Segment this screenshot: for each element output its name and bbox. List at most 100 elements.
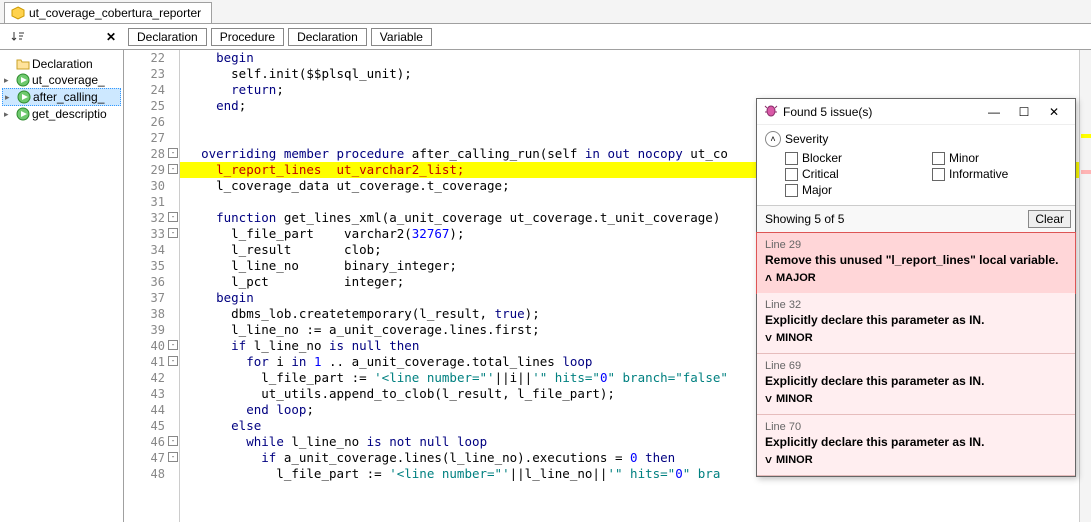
fold-toggle[interactable]: - — [168, 228, 178, 238]
chevron-right-icon: ▸ — [5, 92, 15, 103]
line-number: 23 — [124, 66, 179, 82]
issue-severity-label: MAJOR — [776, 272, 816, 284]
tree-root[interactable]: Declaration — [2, 56, 121, 72]
chevron-down-icon: ˅ — [765, 453, 772, 467]
severity-filters: Blocker Minor Critical Informative Major — [757, 149, 1075, 205]
issue-message: Explicitly declare this parameter as IN. — [765, 435, 1067, 449]
popup-titlebar: Found 5 issue(s) — ☐ ✕ — [757, 99, 1075, 125]
method-icon — [17, 90, 31, 104]
issue-item[interactable]: Line 69 Explicitly declare this paramete… — [757, 354, 1075, 415]
issue-line: Line 29 — [765, 239, 1067, 251]
sort-icon[interactable] — [10, 29, 26, 45]
line-number: 40- — [124, 338, 179, 354]
editor-tab[interactable]: ut_coverage_cobertura_reporter — [4, 2, 212, 23]
issue-line: Line 70 — [765, 421, 1067, 433]
line-number: 22 — [124, 50, 179, 66]
checkbox[interactable] — [785, 152, 798, 165]
breadcrumb-chips: Declaration Procedure Declaration Variab… — [122, 28, 432, 46]
severity-header[interactable]: ˄ Severity — [757, 125, 1075, 149]
showing-row: Showing 5 of 5 Clear — [757, 205, 1075, 233]
close-button[interactable]: ✕ — [1039, 102, 1069, 122]
issue-line: Line 69 — [765, 360, 1067, 372]
issue-line: Line 32 — [765, 299, 1067, 311]
tree-item[interactable]: ▸ get_descriptio — [2, 106, 121, 122]
code-line[interactable]: begin — [180, 50, 1079, 66]
line-number: 34 — [124, 242, 179, 258]
tree-item-label: after_calling_ — [33, 90, 104, 104]
clear-button[interactable]: Clear — [1028, 210, 1071, 228]
checkbox[interactable] — [785, 184, 798, 197]
line-number: 43 — [124, 386, 179, 402]
issue-item[interactable]: Line 70 Explicitly declare this paramete… — [757, 415, 1075, 476]
chevron-right-icon: ▸ — [4, 75, 14, 86]
line-number: 24 — [124, 82, 179, 98]
method-icon — [16, 107, 30, 121]
breadcrumb-item[interactable]: Declaration — [288, 28, 367, 46]
issue-message: Explicitly declare this parameter as IN. — [765, 313, 1067, 327]
checkbox[interactable] — [932, 168, 945, 181]
method-icon — [16, 73, 30, 87]
tree-item-label: get_descriptio — [32, 107, 107, 121]
showing-count: Showing 5 of 5 — [765, 212, 844, 226]
severity-filter-label: Minor — [949, 151, 979, 165]
minimize-button[interactable]: — — [979, 102, 1009, 122]
structure-tree: Declaration ▸ ut_coverage_▸ after_callin… — [0, 50, 124, 522]
checkbox[interactable] — [785, 168, 798, 181]
tree-item[interactable]: ▸ after_calling_ — [2, 88, 121, 106]
issues-popup: Found 5 issue(s) — ☐ ✕ ˄ Severity Blocke… — [756, 98, 1076, 477]
fold-toggle[interactable]: - — [168, 452, 178, 462]
fold-toggle[interactable]: - — [168, 340, 178, 350]
fold-toggle[interactable]: - — [168, 164, 178, 174]
line-number: 27 — [124, 130, 179, 146]
issue-severity: ˅ MINOR — [765, 331, 1067, 345]
overview-ruler[interactable] — [1079, 50, 1091, 522]
checkbox[interactable] — [932, 152, 945, 165]
severity-filter[interactable]: Informative — [932, 167, 1067, 181]
issue-message: Remove this unused "l_report_lines" loca… — [765, 253, 1067, 267]
severity-label: Severity — [785, 132, 828, 146]
line-number: 44 — [124, 402, 179, 418]
breadcrumb-bar: ✕ Declaration Procedure Declaration Vari… — [0, 24, 1091, 50]
chevron-down-icon: ˅ — [765, 331, 772, 345]
severity-filter-label: Informative — [949, 167, 1008, 181]
maximize-button[interactable]: ☐ — [1009, 102, 1039, 122]
severity-filter-label: Major — [802, 183, 832, 197]
code-line[interactable]: return; — [180, 82, 1079, 98]
code-line[interactable]: self.init($$plsql_unit); — [180, 66, 1079, 82]
issue-item[interactable]: Line 29 Remove this unused "l_report_lin… — [756, 232, 1076, 294]
line-number: 36 — [124, 274, 179, 290]
fold-toggle[interactable]: - — [168, 148, 178, 158]
line-number: 25 — [124, 98, 179, 114]
tree-root-label: Declaration — [32, 57, 93, 71]
line-number: 32- — [124, 210, 179, 226]
chevron-right-icon: ▸ — [4, 109, 14, 120]
line-number: 45 — [124, 418, 179, 434]
severity-filter[interactable]: Major — [785, 183, 920, 197]
close-icon[interactable]: ✕ — [106, 30, 116, 44]
line-number: 35 — [124, 258, 179, 274]
chevron-up-icon: ˄ — [765, 131, 781, 147]
line-number: 48 — [124, 466, 179, 482]
fold-toggle[interactable]: - — [168, 356, 178, 366]
severity-filter[interactable]: Blocker — [785, 151, 920, 165]
folder-icon — [16, 57, 30, 71]
popup-title: Found 5 issue(s) — [779, 105, 979, 119]
breadcrumb-item[interactable]: Declaration — [128, 28, 207, 46]
line-number: 37 — [124, 290, 179, 306]
breadcrumb-item[interactable]: Procedure — [211, 28, 284, 46]
issue-item[interactable]: Line 32 Explicitly declare this paramete… — [757, 293, 1075, 354]
fold-toggle[interactable]: - — [168, 212, 178, 222]
line-number: 39 — [124, 322, 179, 338]
fold-toggle[interactable]: - — [168, 436, 178, 446]
breadcrumb-item[interactable]: Variable — [371, 28, 432, 46]
line-number: 38 — [124, 306, 179, 322]
chevron-up-icon: ˄ — [765, 271, 772, 285]
severity-filter[interactable]: Critical — [785, 167, 920, 181]
line-number: 31 — [124, 194, 179, 210]
line-number: 30 — [124, 178, 179, 194]
tree-item[interactable]: ▸ ut_coverage_ — [2, 72, 121, 88]
severity-filter-label: Blocker — [802, 151, 842, 165]
line-number: 46- — [124, 434, 179, 450]
severity-filter[interactable]: Minor — [932, 151, 1067, 165]
line-gutter: 22232425262728-29-303132-33-343536373839… — [124, 50, 180, 522]
